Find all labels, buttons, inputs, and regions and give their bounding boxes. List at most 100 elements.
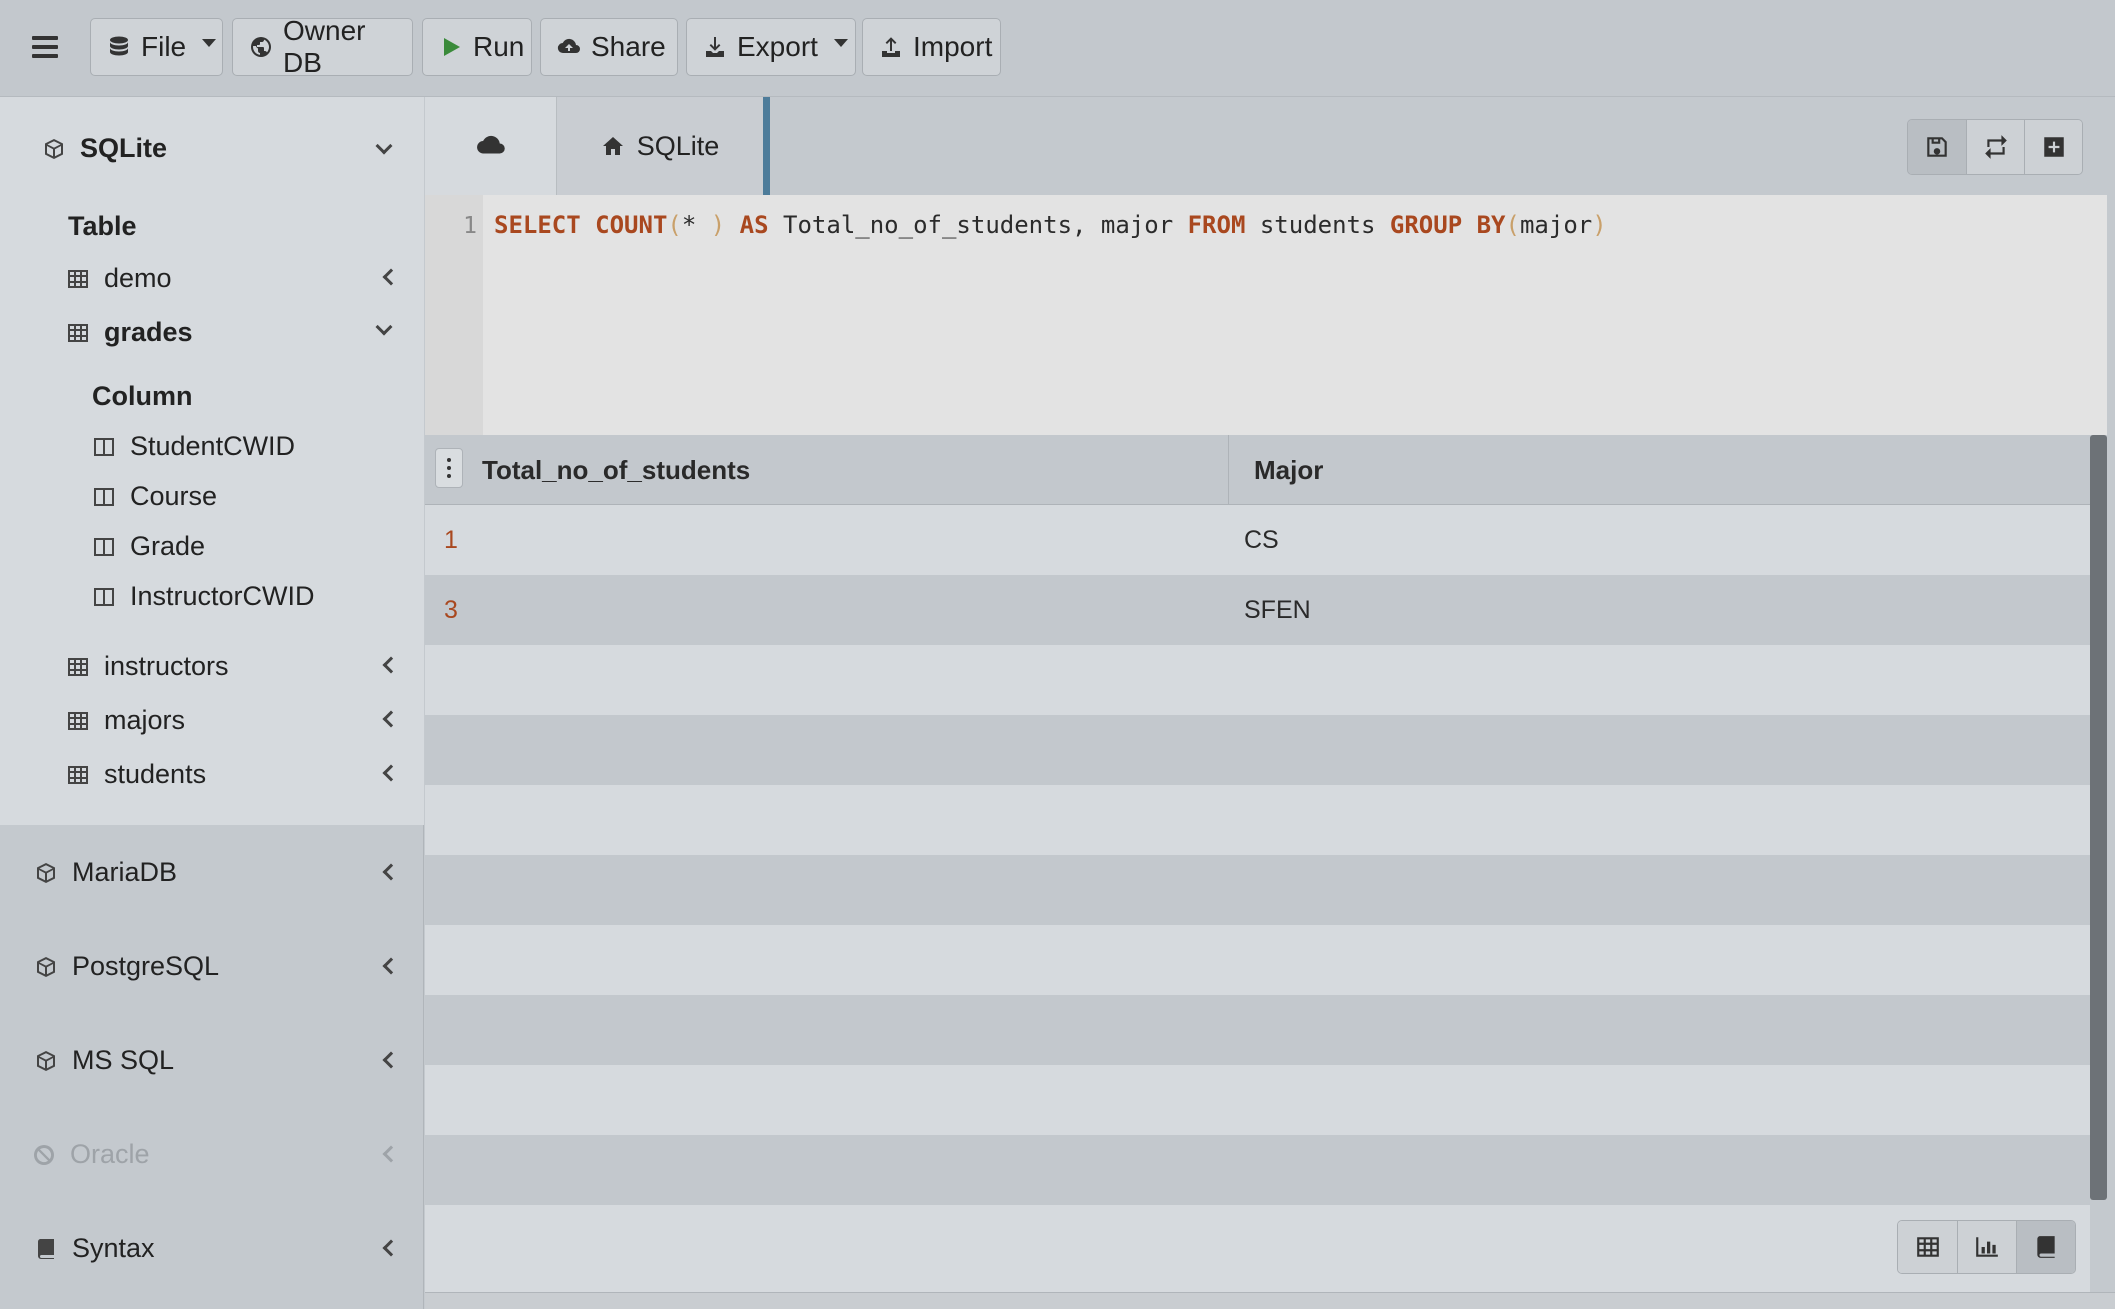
download-icon xyxy=(706,37,724,57)
cube-icon xyxy=(37,956,55,977)
column-label: StudentCWID xyxy=(130,431,296,461)
editor-tabs-bar: SQLite xyxy=(425,97,2115,195)
column-divider[interactable] xyxy=(1228,435,1229,505)
column-menu-icon[interactable] xyxy=(435,448,463,488)
sql-code[interactable]: SELECT COUNT(* ) AS Total_no_of_students… xyxy=(494,211,1607,239)
sidebar-db-mariadb[interactable]: MariaDB xyxy=(0,825,424,919)
save-button[interactable] xyxy=(1908,120,1966,174)
file-label: File xyxy=(141,31,187,62)
table-heading: Table xyxy=(68,211,137,242)
cube-icon xyxy=(45,138,63,159)
table-icon xyxy=(68,323,88,342)
sidebar-db-sqlite[interactable]: SQLite xyxy=(42,133,167,164)
sidebar: SQLite Table demo grades Column StudentC… xyxy=(0,97,424,1309)
sql-keyword: COUNT xyxy=(595,211,668,239)
column-icon xyxy=(94,537,114,556)
import-label: Import xyxy=(913,31,993,62)
column-header-major[interactable]: Major xyxy=(1254,435,1323,505)
file-button[interactable]: File xyxy=(90,18,223,76)
share-label: Share xyxy=(591,31,666,62)
chevron-left-icon[interactable] xyxy=(382,268,400,286)
chevron-left-icon[interactable] xyxy=(382,1051,400,1069)
column-header-total[interactable]: Total_no_of_students xyxy=(482,435,750,505)
sidebar-item-syntax[interactable]: Syntax xyxy=(0,1201,424,1295)
tab-cloud[interactable] xyxy=(425,97,557,195)
sidebar-db-mssql[interactable]: MS SQL xyxy=(0,1013,424,1107)
chevron-left-icon[interactable] xyxy=(382,764,400,782)
sql-editor[interactable]: 1 SELECT COUNT(* ) AS Total_no_of_studen… xyxy=(425,195,2107,435)
sidebar-db-oracle: Oracle xyxy=(0,1107,424,1201)
column-label: Grade xyxy=(130,531,206,561)
result-grid-header: Total_no_of_students Major xyxy=(425,435,2090,505)
horizontal-scrollbar[interactable] xyxy=(425,1292,2115,1309)
sql-keyword: GROUP xyxy=(1389,211,1463,239)
chevron-left-icon xyxy=(382,1145,400,1163)
retweet-icon xyxy=(1984,135,2007,159)
column-item-grade[interactable]: Grade xyxy=(92,531,205,562)
run-button[interactable]: Run xyxy=(422,18,532,76)
empty-row xyxy=(425,645,2090,715)
sidebar-item-grades[interactable]: grades xyxy=(66,317,193,348)
table-row[interactable]: 3 SFEN xyxy=(425,575,2090,645)
sql-keyword: FROM xyxy=(1187,211,1246,239)
sql-paren: ) xyxy=(710,211,726,239)
column-icon xyxy=(94,587,114,606)
export-button[interactable]: Export xyxy=(686,18,856,76)
empty-row xyxy=(425,925,2090,995)
db-label: Oracle xyxy=(70,1139,150,1169)
top-toolbar: File Owner DB Run Share Export Import xyxy=(0,0,2115,97)
upload-icon xyxy=(882,37,900,57)
empty-row xyxy=(425,995,2090,1065)
column-item-studentcwid[interactable]: StudentCWID xyxy=(92,431,295,462)
chevron-left-icon[interactable] xyxy=(382,710,400,728)
book-icon xyxy=(37,1238,54,1259)
sidebar-item-instructors[interactable]: instructors xyxy=(66,651,229,682)
add-tab-button[interactable] xyxy=(2024,120,2082,174)
sqlite-panel: SQLite Table demo grades Column StudentC… xyxy=(0,97,424,825)
syntax-view-button[interactable] xyxy=(2016,1221,2075,1273)
column-icon xyxy=(94,437,114,456)
chevron-left-icon[interactable] xyxy=(382,957,400,975)
cube-icon xyxy=(37,862,55,883)
share-button[interactable]: Share xyxy=(540,18,678,76)
sql-text: major xyxy=(1519,211,1593,239)
cloud-icon xyxy=(476,135,505,154)
run-label: Run xyxy=(473,31,525,62)
vertical-scrollbar[interactable] xyxy=(2090,435,2107,1200)
chart-view-button[interactable] xyxy=(1957,1221,2016,1273)
sidebar-db-postgresql[interactable]: PostgreSQL xyxy=(0,919,424,1013)
sidebar-item-students[interactable]: students xyxy=(66,759,206,790)
chevron-down-icon xyxy=(833,39,848,47)
column-item-instructorcwid[interactable]: InstructorCWID xyxy=(92,581,315,612)
play-icon xyxy=(444,38,460,56)
table-heading-label: Table xyxy=(68,211,137,241)
sidebar-item-majors[interactable]: majors xyxy=(66,705,185,736)
sidebar-item-demo[interactable]: demo xyxy=(66,263,172,294)
table-icon xyxy=(1916,1237,1939,1257)
sidebar-item-label: instructors xyxy=(104,651,229,681)
chevron-down-icon[interactable] xyxy=(375,318,393,336)
table-row[interactable]: 1 CS xyxy=(425,505,2090,575)
plus-square-icon xyxy=(2043,137,2064,157)
column-item-course[interactable]: Course xyxy=(92,481,217,512)
sql-paren: ) xyxy=(1592,211,1607,239)
refresh-button[interactable] xyxy=(1966,120,2024,174)
owner-db-button[interactable]: Owner DB xyxy=(232,15,413,78)
empty-row xyxy=(425,855,2090,925)
import-button[interactable]: Import xyxy=(862,18,1001,76)
table-icon xyxy=(68,711,88,730)
chevron-down-icon[interactable] xyxy=(375,137,393,155)
chevron-left-icon[interactable] xyxy=(382,656,400,674)
db-label: PostgreSQL xyxy=(72,951,220,981)
column-icon xyxy=(94,487,114,506)
chevron-left-icon[interactable] xyxy=(382,863,400,881)
editor-actions xyxy=(1907,119,2083,175)
tab-sqlite[interactable]: SQLite xyxy=(557,97,770,195)
chevron-left-icon[interactable] xyxy=(382,1239,400,1257)
book-icon xyxy=(2037,1236,2055,1258)
table-view-button[interactable] xyxy=(1898,1221,1957,1273)
menu-icon[interactable] xyxy=(30,32,60,62)
empty-row xyxy=(425,715,2090,785)
sql-paren: ( xyxy=(667,211,682,239)
